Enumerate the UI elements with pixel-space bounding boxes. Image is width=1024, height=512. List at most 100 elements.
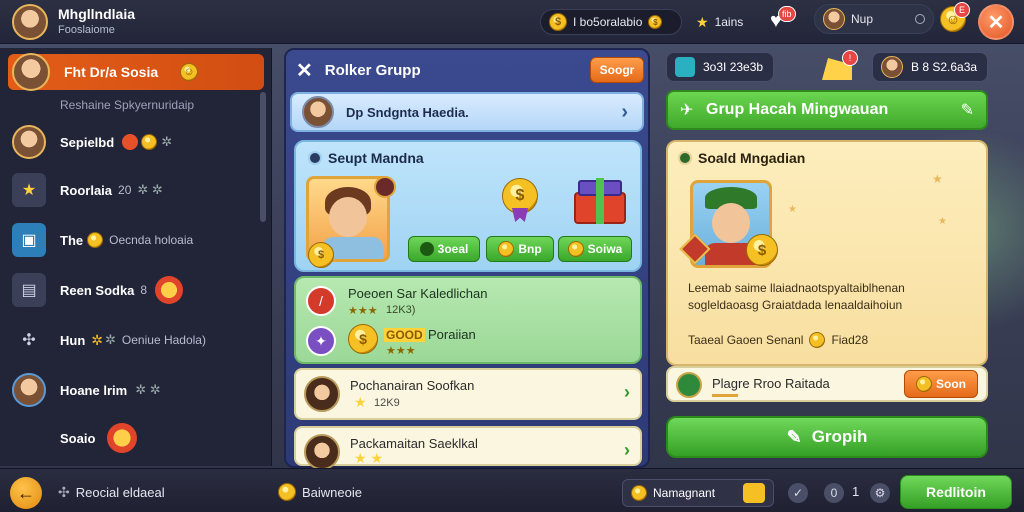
management-text: Namagnant xyxy=(653,486,716,500)
arrow-left-icon: ← xyxy=(17,482,35,503)
member-avatar xyxy=(304,434,340,470)
smiley-coin-icon: ☺ xyxy=(180,63,198,81)
tablet-icon: ▤ xyxy=(12,273,46,307)
group-action-button[interactable]: Soon xyxy=(904,370,978,398)
emoji-red-icon xyxy=(107,423,138,453)
group-action-button-label: Soon xyxy=(936,377,966,391)
sparkle-icon: ★ xyxy=(788,204,797,215)
coin-small-icon: $ xyxy=(648,15,663,29)
friend-row[interactable]: ▣ The Oecnda holoaia xyxy=(12,220,256,260)
cheese-badge: ! xyxy=(842,50,858,66)
sparkle-icon: ★ xyxy=(932,172,943,186)
friend-extra: Oeniue Hadola) xyxy=(121,333,206,347)
group-action-row: Plagre Rroo Raitada Soon xyxy=(666,366,988,402)
banner-avatar xyxy=(302,96,334,128)
star-doc-icon: ★ xyxy=(12,173,46,207)
coin-icon: $ xyxy=(549,13,567,31)
clock-icon xyxy=(419,242,434,256)
list-item[interactable]: Packamaitan Saeklkal ★ ★ › xyxy=(294,426,642,470)
count-b: 1 xyxy=(852,484,860,499)
group-green-header[interactable]: ✈ Grup Hacah Mingwauan ✎ xyxy=(666,90,988,130)
friend-name: Hoane lrim xyxy=(60,382,128,398)
chest-icon xyxy=(743,483,765,503)
empty-icon xyxy=(12,421,46,455)
featured-button-2-label: Bnp xyxy=(518,242,542,256)
emoji-button[interactable]: ☺ E xyxy=(940,2,970,34)
friends-search-hint[interactable]: Reshaine Spkyernuridaip xyxy=(60,98,194,112)
gear-icon: ✲ xyxy=(161,134,173,149)
avatar-icon xyxy=(881,56,903,78)
group-green-header-text: Grup Hacah Mingwauan xyxy=(706,101,889,118)
friend-row[interactable]: ▤ Reen Sodka 8 xyxy=(12,270,256,310)
count-a: 0 xyxy=(824,483,844,503)
management-pill[interactable]: Namagnant xyxy=(622,479,774,507)
list-item[interactable]: Pochanairan Soofkan ★ 12K9 › xyxy=(294,368,642,420)
emoji-red-icon xyxy=(155,276,184,304)
friends-scrollbar[interactable] xyxy=(260,92,266,222)
notification-badge: fib xyxy=(778,6,796,22)
heart-notification[interactable]: ♥ fib xyxy=(770,6,796,34)
check-circle-icon[interactable]: ✓ xyxy=(788,483,808,503)
friend-row[interactable]: Sepielbd ✲ xyxy=(12,122,256,162)
bottom-mid-item[interactable]: Baiwneoie xyxy=(278,483,362,501)
group-action-text: Plagre Rroo Raitada xyxy=(712,376,830,391)
group-banner[interactable]: Dp Sndgnta Haedia. › xyxy=(290,92,644,132)
featured-button-2[interactable]: Bnp xyxy=(486,236,554,262)
friend-row[interactable]: ✣ Hun ✲ ✲ Oeniue Hadola) xyxy=(12,320,256,360)
phone-icon: ▣ xyxy=(12,223,46,257)
group-info-title-row: Soald Mngadian xyxy=(678,150,805,166)
friend-name: Hun xyxy=(60,332,86,348)
group-main-button[interactable]: ✎ Gropih xyxy=(666,416,988,458)
coin-icon xyxy=(87,232,104,248)
player-avatar[interactable] xyxy=(12,4,48,40)
coin-icon: $ xyxy=(308,242,334,268)
group-header-button[interactable]: Soogr xyxy=(590,57,644,83)
resource-pill-1[interactable]: 3o3I 23e3b xyxy=(666,52,774,82)
close-icon[interactable]: ✕ xyxy=(296,58,313,83)
group-main-button-label: Gropih xyxy=(811,427,868,446)
star-icon: ★ xyxy=(696,14,709,30)
magic-icon: ✦ xyxy=(306,326,336,356)
status-pill[interactable]: Nup xyxy=(814,4,934,34)
bottom-left-item[interactable]: ✣ Reocial eldaeal xyxy=(58,484,165,501)
coins-pill[interactable]: $ I bo5oralabio $ xyxy=(540,9,682,35)
character-face xyxy=(329,197,367,237)
active-friend-name: Fht Dr/a Sosia xyxy=(64,64,159,80)
chevron-right-icon: › xyxy=(621,100,628,123)
group-panel-title: Rolker Grupp xyxy=(324,62,421,79)
friend-row[interactable]: Soaio xyxy=(12,418,256,458)
resource-pill-2[interactable]: B 8 S2.6a3a xyxy=(872,52,988,82)
settings-circle-icon[interactable]: ⚙ xyxy=(870,483,890,503)
player-name: Mhgllndlaia xyxy=(58,6,135,22)
emoji-red-icon xyxy=(122,134,139,150)
friend-row[interactable]: Hoane lrim ✲ ✲ xyxy=(12,370,256,410)
coin-icon xyxy=(809,332,826,348)
star-rating-icon: ★★★ xyxy=(348,305,378,317)
stars-pill[interactable]: ★ 1ains xyxy=(688,9,752,35)
top-bar: Mhgllndlaia Fooslaiome $ I bo5oralabio $… xyxy=(0,0,1024,44)
cheese-button[interactable]: ! xyxy=(822,50,858,84)
back-button[interactable]: ← xyxy=(10,477,42,509)
chevron-right-icon: › xyxy=(624,440,630,460)
featured-button-1-label: 3oeal xyxy=(437,242,469,256)
bottom-mid-text: Baiwneoie xyxy=(302,484,362,500)
active-friend-row[interactable]: Fht Dr/a Sosia ☺ xyxy=(8,53,264,91)
friend-name: Sepielbd xyxy=(60,134,115,150)
emblem-icon xyxy=(676,372,702,398)
leader-face xyxy=(712,203,750,243)
gear-icon: ✲ ✲ xyxy=(135,382,161,397)
friend-row[interactable]: ★ Roorlaia 20 ✲ ✲ xyxy=(12,170,256,210)
confirm-button[interactable]: Redlitoin xyxy=(900,475,1012,509)
friend-name: Roorlaia xyxy=(60,182,113,198)
quest-1-title: Poeoen Sar Kaledlichan xyxy=(348,286,488,301)
resource-pill-2-label: B 8 S2.6a3a xyxy=(911,60,978,74)
close-button[interactable]: ✕ xyxy=(978,4,1014,40)
check-icon xyxy=(678,151,692,165)
gear-icon: ✲ ✲ xyxy=(137,182,163,197)
sparkle-icon: ★ xyxy=(938,216,947,227)
star-icon: ★ ★ xyxy=(354,450,383,466)
featured-button-3[interactable]: Soiwa xyxy=(558,236,632,262)
quests-card: / Poeoen Sar Kaledlichan ★★★ 12K3) ✦ $ G… xyxy=(294,276,642,364)
featured-button-1[interactable]: 3oeal xyxy=(408,236,480,262)
avatar-icon xyxy=(12,125,46,159)
